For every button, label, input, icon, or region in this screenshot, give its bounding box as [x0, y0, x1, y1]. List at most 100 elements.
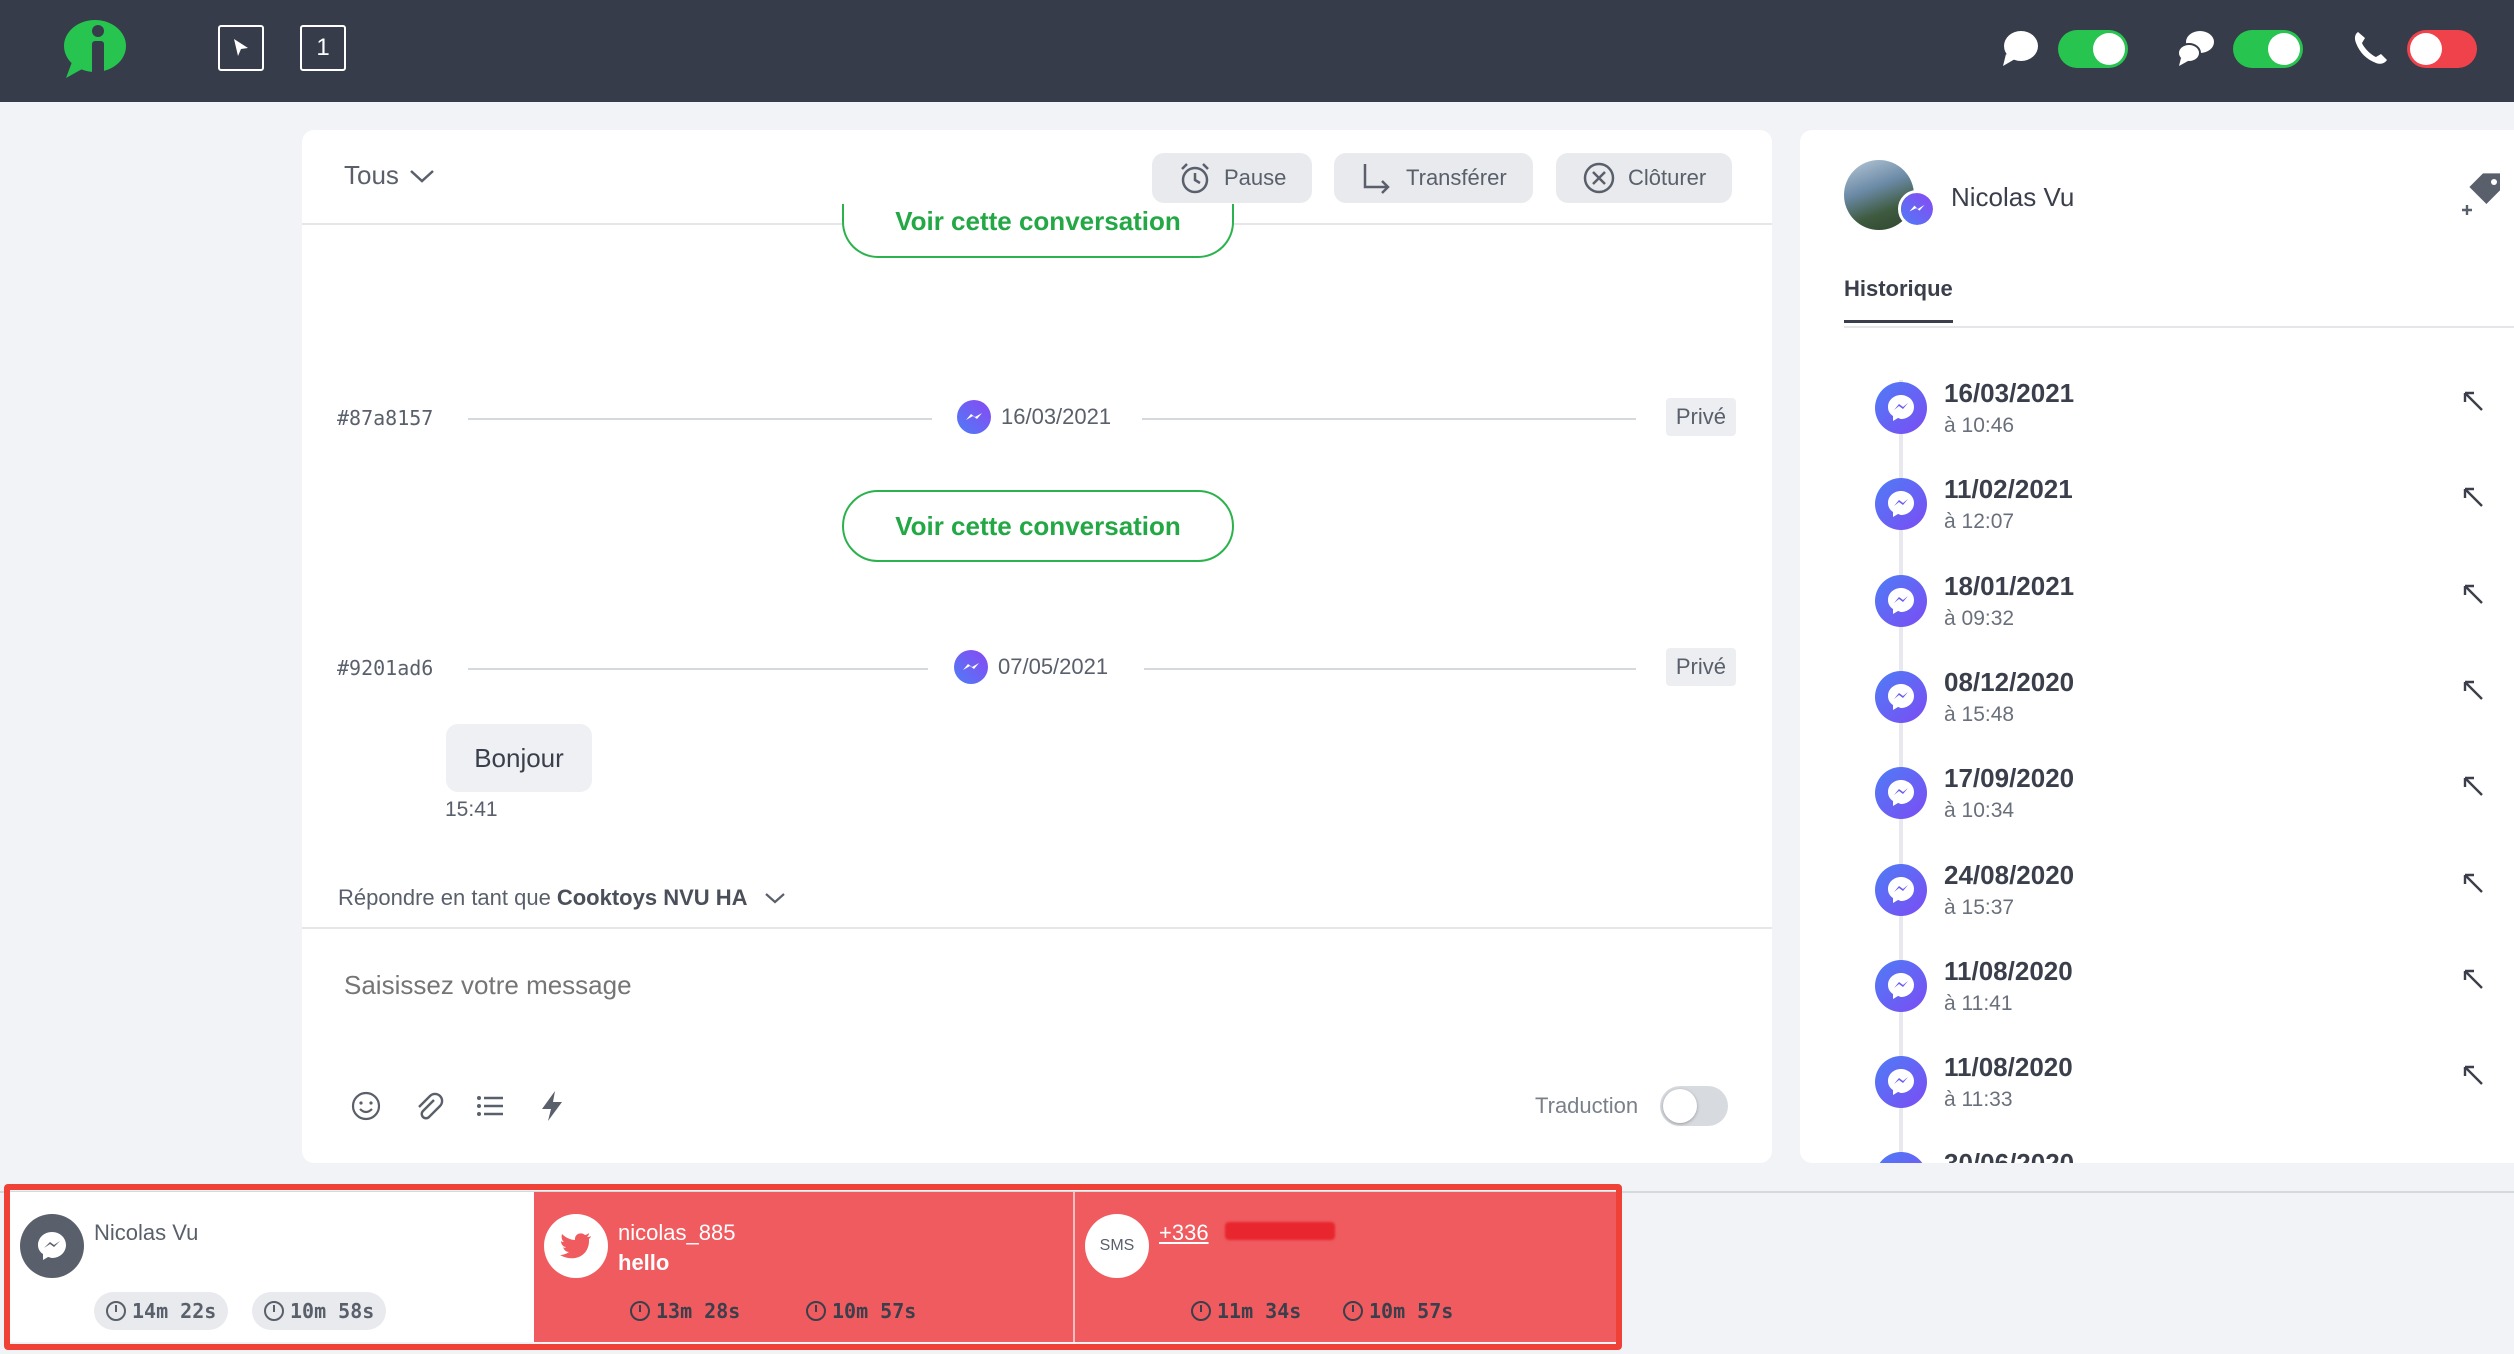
contact-panel: Nicolas Vu Historique 16/03/2021 à 10:46 1… — [1800, 130, 2514, 1163]
conversation-id: #87a8157 — [337, 406, 434, 430]
tab-historique[interactable]: Historique — [1844, 276, 1953, 323]
private-badge: Privé — [1665, 398, 1736, 436]
chevron-down-icon — [764, 893, 785, 904]
tabs-divider — [1844, 326, 2514, 328]
history-time: à 12:07 — [1944, 510, 2015, 533]
conversation-separator: #9201ad6 07/05/2021 Privé — [302, 648, 1772, 688]
messenger-icon — [1875, 478, 1927, 530]
history-date: 11/02/2021 — [1944, 474, 2073, 504]
messenger-icon — [957, 400, 991, 434]
pause-label: Pause — [1224, 165, 1287, 190]
cursor-mode-button[interactable] — [218, 25, 264, 71]
conversation-date: 16/03/2021 — [957, 400, 1112, 434]
cursor-arrow-icon — [234, 39, 248, 56]
history-time: à 15:48 — [1944, 703, 2015, 726]
history-date: 30/06/2020 — [1944, 1148, 2075, 1163]
message-input[interactable] — [344, 970, 1644, 1001]
conversation-id: #9201ad6 — [337, 656, 434, 680]
history-item[interactable]: 18/01/2021 à 09:32 — [1800, 571, 2514, 667]
history-item[interactable]: 11/08/2020 à 11:41 — [1800, 956, 2514, 1052]
history-item[interactable]: 08/12/2020 à 15:48 — [1800, 667, 2514, 763]
history-time: à 09:32 — [1944, 607, 2015, 630]
top-bar: 1 — [0, 0, 2514, 102]
open-arrow-icon[interactable] — [2460, 773, 2486, 799]
close-conversation-button[interactable]: Clôturer — [1556, 153, 1733, 203]
history-time: à 11:41 — [1944, 992, 2013, 1015]
view-conversation-button[interactable]: Voir cette conversation — [842, 490, 1234, 562]
conversation-separator: #87a8157 16/03/2021 Privé — [302, 398, 1772, 438]
history-item[interactable]: 24/08/2020 à 15:37 — [1800, 860, 2514, 956]
messenger-icon — [1875, 1056, 1927, 1108]
history-item[interactable]: 11/08/2020 à 11:33 — [1800, 1052, 2514, 1148]
history-time: à 10:34 — [1944, 799, 2015, 822]
history-item[interactable]: 17/09/2020 à 10:34 — [1800, 763, 2514, 859]
messenger-icon — [1898, 190, 1936, 228]
emoji-icon[interactable] — [348, 1088, 384, 1124]
private-badge: Privé — [1665, 648, 1736, 686]
history-item[interactable]: 11/02/2021 à 12:07 — [1800, 474, 2514, 570]
attachment-icon[interactable] — [410, 1088, 446, 1124]
messenger-icon — [1875, 960, 1927, 1012]
transfer-arrow-icon — [1363, 164, 1390, 194]
app-logo — [64, 20, 126, 78]
filter-label: Tous — [344, 160, 399, 190]
messenger-icon — [1875, 864, 1927, 916]
open-arrow-icon[interactable] — [2460, 484, 2486, 510]
messaging-toggle[interactable] — [2233, 30, 2303, 68]
chat-bubble-icon — [2003, 31, 2038, 66]
chat-panel: Tous Pause Transférer Clôturer Voir cett… — [302, 130, 1772, 1163]
reply-as-name: Cooktoys NVU HA — [556, 885, 748, 910]
open-arrow-icon[interactable] — [2460, 677, 2486, 703]
open-arrow-icon[interactable] — [2460, 1062, 2486, 1088]
messenger-icon — [1875, 671, 1927, 723]
lightning-icon[interactable] — [534, 1088, 570, 1124]
messenger-icon — [1875, 1152, 1927, 1163]
history-time: à 10:46 — [1944, 414, 2015, 437]
messenger-icon — [1875, 382, 1927, 434]
counter-button[interactable]: 1 — [300, 25, 346, 71]
phone-icon — [2354, 32, 2387, 64]
history-date: 16/03/2021 — [1944, 378, 2075, 408]
pause-button[interactable]: Pause — [1152, 153, 1313, 203]
conversation-tabs-highlight — [4, 1184, 1622, 1350]
translation-toggle[interactable] — [1660, 1086, 1728, 1126]
composer-divider — [302, 927, 1772, 929]
list-icon[interactable] — [472, 1088, 508, 1124]
open-arrow-icon[interactable] — [2460, 388, 2486, 414]
phone-toggle[interactable] — [2407, 30, 2477, 68]
open-arrow-icon[interactable] — [2460, 870, 2486, 896]
view-conversation-label: Voir cette conversation — [895, 510, 1181, 541]
chat-toggle[interactable] — [2058, 30, 2128, 68]
history-time: à 15:37 — [1944, 896, 2015, 919]
contact-name: Nicolas Vu — [1951, 182, 2075, 212]
add-tag-icon[interactable] — [2460, 172, 2506, 218]
history-item[interactable]: 16/03/2021 à 10:46 — [1800, 378, 2514, 474]
messenger-icon — [1875, 575, 1927, 627]
open-arrow-icon[interactable] — [2460, 966, 2486, 992]
chat-bubbles-icon — [2177, 31, 2214, 66]
view-conversation-button[interactable]: Voir cette conversation — [842, 204, 1234, 258]
open-arrow-icon[interactable] — [2460, 581, 2486, 607]
conversation-date: 07/05/2021 — [954, 650, 1109, 684]
transfer-label: Transférer — [1406, 165, 1507, 190]
history-date: 24/08/2020 — [1944, 860, 2075, 890]
transfer-button[interactable]: Transférer — [1334, 153, 1533, 203]
reply-as-prefix: Répondre en tant que — [338, 885, 551, 910]
reply-as-selector[interactable]: Répondre en tant que Cooktoys NVU HA — [338, 885, 786, 911]
history-item[interactable]: 30/06/2020 — [1800, 1148, 2514, 1163]
close-label: Clôturer — [1628, 165, 1707, 190]
messenger-icon — [1875, 767, 1927, 819]
view-conversation-label: Voir cette conversation — [895, 205, 1181, 236]
translation-label: Traduction — [1535, 1093, 1639, 1118]
message-text: Bonjour — [474, 742, 564, 773]
history-date: 11/08/2020 — [1944, 956, 2073, 986]
history-date: 17/09/2020 — [1944, 763, 2075, 793]
chevron-down-icon — [410, 169, 434, 183]
counter-label: 1 — [316, 34, 330, 61]
message-time: 15:41 — [445, 798, 498, 821]
history-date: 11/08/2020 — [1944, 1052, 2073, 1082]
filter-dropdown[interactable]: Tous — [344, 160, 435, 191]
messenger-icon — [954, 650, 988, 684]
close-circle-icon — [1583, 162, 1615, 194]
history-time: à 11:33 — [1944, 1088, 2013, 1111]
